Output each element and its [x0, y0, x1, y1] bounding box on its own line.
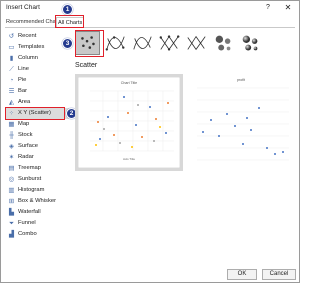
insert-chart-dialog: Insert Chart ? ✕ Recommended Charts All … — [0, 0, 300, 283]
bubble-3d-subtype[interactable] — [238, 31, 263, 55]
sidebar-item-label: Templates — [18, 44, 45, 50]
help-button[interactable]: ? — [263, 3, 273, 13]
sidebar-item-histogram[interactable]: ▥ Histogram — [5, 185, 69, 196]
sidebar-item-label: Pie — [18, 77, 27, 83]
title-bar: Insert Chart ? ✕ — [1, 1, 299, 15]
tab-divider — [5, 27, 295, 28]
dialog-title: Insert Chart — [6, 4, 40, 11]
bar-icon: ☰ — [8, 88, 15, 95]
sidebar-item-funnel[interactable]: ⏷ Funnel — [5, 218, 69, 229]
scatter-smooth-lines-markers-subtype[interactable] — [103, 31, 128, 55]
preview-1-axis-label: Axis Title — [123, 157, 135, 161]
scatter-smooth-lines-subtype[interactable] — [130, 31, 155, 55]
sidebar-item-pie[interactable]: ◔ Pie — [5, 75, 69, 86]
column-icon: ▮ — [9, 55, 14, 62]
pie-icon: ◔ — [9, 77, 14, 84]
smooth-lines-markers-icon — [105, 36, 125, 51]
stock-icon: ╫ — [9, 132, 14, 139]
smooth-lines-icon — [133, 36, 152, 50]
subtype-highlight — [75, 30, 104, 57]
sidebar-item-box-whisker[interactable]: ⊞ Box & Whisker — [5, 196, 69, 207]
sidebar-item-label: Radar — [18, 154, 34, 160]
sidebar-item-label: Histogram — [18, 187, 45, 193]
sidebar-item-waterfall[interactable]: ▙ Waterfall — [5, 207, 69, 218]
box-whisker-icon: ⊞ — [8, 198, 15, 205]
sidebar-item-recent[interactable]: ↺ Recent — [5, 31, 69, 42]
sidebar-item-label: Funnel — [18, 220, 36, 226]
chart-type-sidebar: ↺ Recent ▭ Templates ▮ Column ⟋ Line ◔ Pie ☰ B… — [5, 29, 69, 251]
area-icon: ◭ — [9, 99, 14, 106]
step-badge-1: 1 — [62, 4, 73, 15]
sidebar-item-radar[interactable]: ✶ Radar — [5, 152, 69, 163]
sidebar-item-line[interactable]: ⟋ Line — [5, 64, 69, 75]
sidebar-item-label: Stock — [18, 132, 33, 138]
sidebar-item-label: Map — [18, 121, 30, 127]
sidebar-item-label: Surface — [18, 143, 38, 149]
sidebar-item-label: Recent — [18, 33, 37, 39]
sidebar-item-combo[interactable]: ▟ Combo — [5, 229, 69, 240]
sidebar-item-label: Treemap — [18, 165, 41, 171]
line-icon: ⟋ — [9, 66, 14, 73]
sidebar-item-bar[interactable]: ☰ Bar — [5, 86, 69, 97]
sidebar-item-label: Column — [18, 55, 38, 61]
scatter-highlight — [5, 107, 65, 120]
tab-recommended-charts[interactable]: Recommended Charts — [5, 17, 62, 27]
waterfall-icon: ▙ — [9, 209, 14, 216]
sidebar-item-label: Sunburst — [18, 176, 42, 182]
sidebar-item-templates[interactable]: ▭ Templates — [5, 42, 69, 53]
preview-chart-2: profit — [187, 74, 295, 171]
bubble-3d-icon — [242, 35, 258, 51]
sidebar-item-label: Combo — [18, 231, 37, 237]
histogram-icon: ▥ — [8, 187, 15, 194]
sidebar-item-map[interactable]: ▦ Map — [5, 119, 69, 130]
sidebar-item-label: Box & Whisker — [18, 198, 57, 204]
scatter-straight-lines-subtype[interactable] — [184, 31, 209, 55]
sidebar-item-stock[interactable]: ╫ Stock — [5, 130, 69, 141]
recent-icon: ↺ — [8, 33, 15, 40]
ok-button[interactable]: OK — [227, 269, 257, 280]
preview-2-title: profit — [237, 78, 245, 82]
scatter-preview-2[interactable]: profit — [187, 74, 295, 171]
all-charts-highlight — [55, 15, 84, 28]
scatter-straight-lines-markers-subtype[interactable] — [157, 31, 182, 55]
scatter-preview-1[interactable]: Chart Title Axis Title — [75, 74, 183, 171]
step-badge-3: 3 — [62, 38, 73, 49]
cancel-button[interactable]: Cancel — [262, 269, 296, 280]
templates-icon: ▭ — [8, 44, 15, 51]
close-button[interactable]: ✕ — [282, 2, 294, 14]
map-icon: ▦ — [8, 121, 15, 128]
sidebar-item-column[interactable]: ▮ Column — [5, 53, 69, 64]
sidebar-item-label: Waterfall — [18, 209, 41, 215]
straight-lines-markers-icon — [159, 35, 180, 51]
chart-content-pane: Scatter Chart Title Axis Title profit — [71, 29, 297, 251]
sidebar-item-label: Bar — [18, 88, 28, 94]
sidebar-item-label: Line — [18, 66, 29, 72]
bubble-icon — [215, 35, 231, 51]
treemap-icon: ▤ — [8, 165, 15, 172]
sunburst-icon: ◎ — [8, 176, 15, 183]
combo-icon: ▟ — [9, 231, 14, 238]
straight-lines-icon — [187, 35, 206, 51]
surface-icon: ◈ — [9, 143, 14, 150]
radar-icon: ✶ — [8, 154, 15, 161]
section-title: Scatter — [75, 62, 98, 69]
preview-chart-1: Chart Title Axis Title — [78, 77, 180, 168]
sidebar-item-surface[interactable]: ◈ Surface — [5, 141, 69, 152]
funnel-icon: ⏷ — [8, 220, 15, 227]
preview-1-title: Chart Title — [121, 81, 137, 85]
sidebar-item-treemap[interactable]: ▤ Treemap — [5, 163, 69, 174]
bubble-subtype[interactable] — [211, 31, 236, 55]
sidebar-item-sunburst[interactable]: ◎ Sunburst — [5, 174, 69, 185]
